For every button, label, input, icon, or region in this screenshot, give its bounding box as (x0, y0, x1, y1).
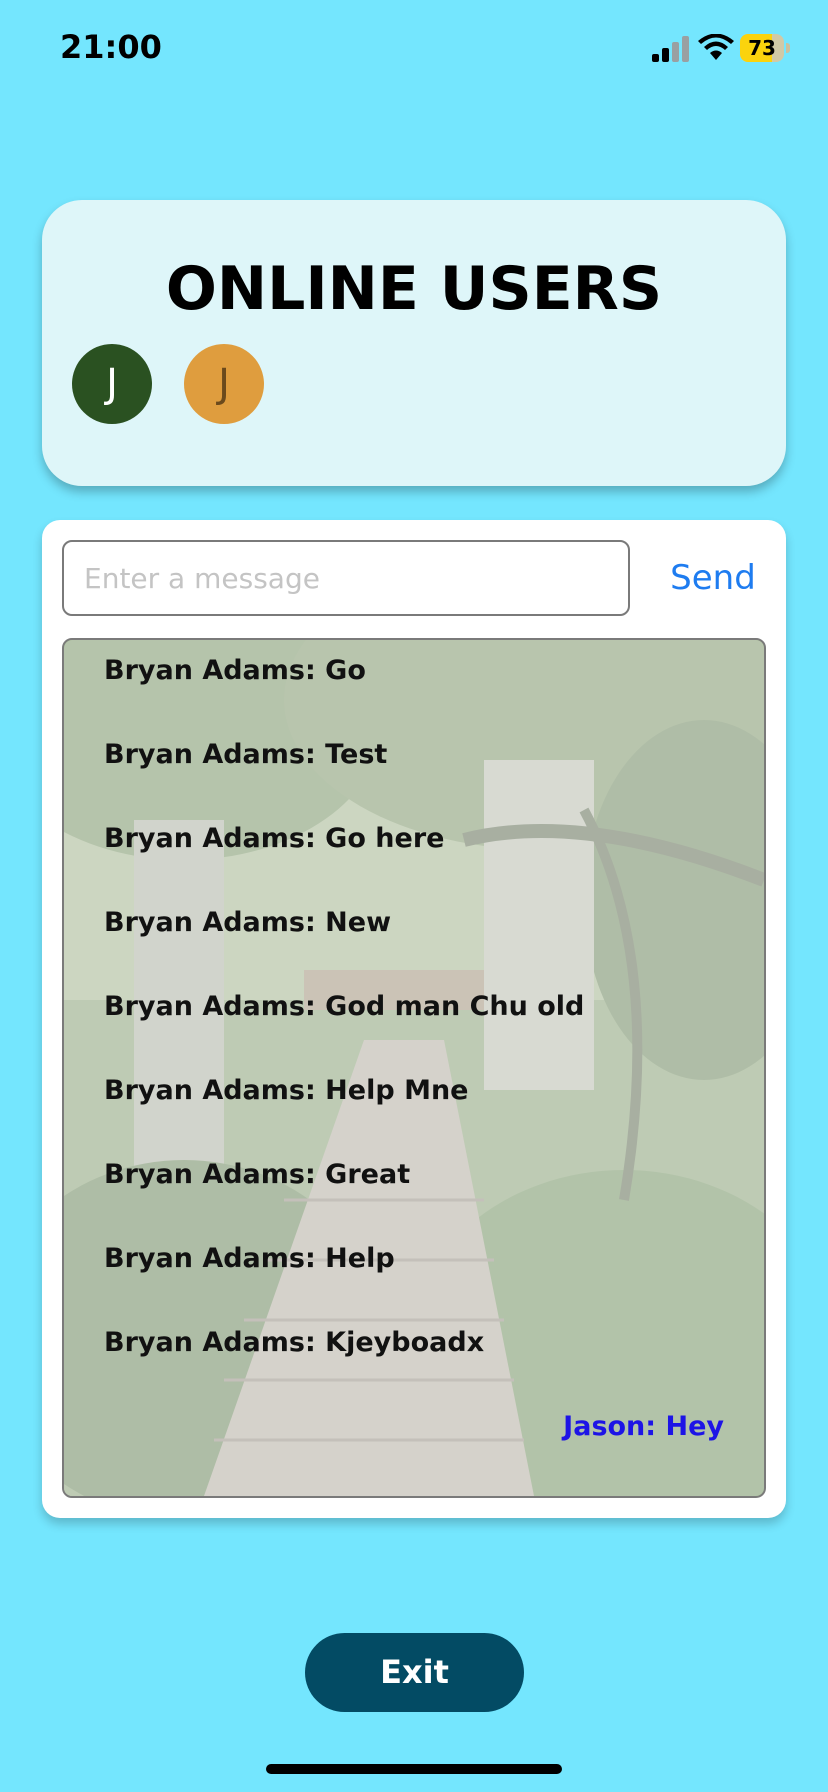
battery-level: 73 (748, 36, 776, 60)
messages-list: Bryan Adams: Go Bryan Adams: Test Bryan Ad… (64, 640, 764, 1496)
send-button[interactable]: Send (648, 540, 778, 616)
user-avatar[interactable]: J (184, 344, 264, 424)
battery-nub (786, 43, 790, 53)
online-users-title: ONLINE USERS (165, 254, 663, 324)
message-item: Bryan Adams: Help (104, 1243, 395, 1274)
message-item: Bryan Adams: New (104, 907, 392, 938)
message-input[interactable] (62, 540, 630, 616)
message-item: Bryan Adams: Kjeyboadx (104, 1327, 485, 1358)
message-item: Jason: Hey (563, 1411, 724, 1442)
battery-body: 73 (740, 34, 784, 62)
wifi-icon (698, 34, 734, 60)
exit-button[interactable]: Exit (305, 1633, 524, 1712)
online-users-avatars: JJ (72, 344, 264, 424)
status-time: 21:00 (60, 28, 162, 66)
message-item: Bryan Adams: God man Chu old (104, 991, 585, 1022)
messages-box[interactable]: Bryan Adams: Go Bryan Adams: Test Bryan Ad… (62, 638, 766, 1498)
signal-icon (652, 36, 689, 62)
message-item: Bryan Adams: Test (104, 739, 388, 770)
message-item: Bryan Adams: Go (104, 655, 366, 686)
home-indicator (266, 1764, 562, 1774)
online-users-card: ONLINE USERS JJ (42, 200, 786, 486)
message-item: Bryan Adams: Great (104, 1159, 411, 1190)
battery-icon: 73 (740, 34, 792, 62)
chat-card: Send Bryan Adams: GoBryan Adams: TestBry… (42, 520, 786, 1518)
message-item: Bryan Adams: Go here (104, 823, 445, 854)
user-avatar[interactable]: J (72, 344, 152, 424)
message-item: Bryan Adams: Help Mne (104, 1075, 469, 1106)
status-bar: 21:00 73 (0, 0, 828, 100)
